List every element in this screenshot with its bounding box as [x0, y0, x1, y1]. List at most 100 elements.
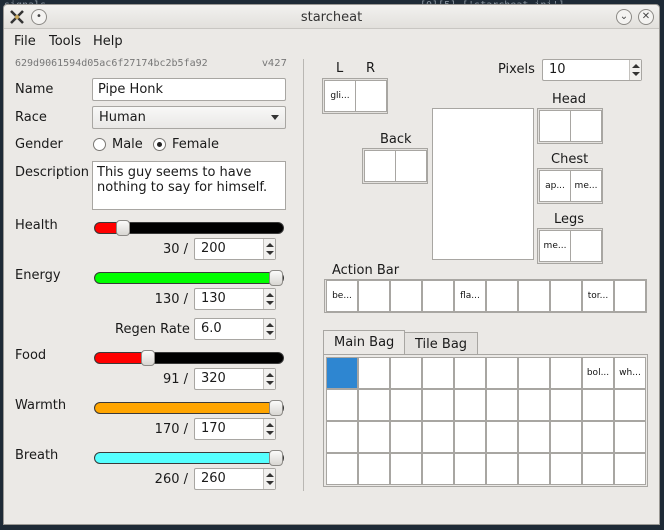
- chest-slot-1[interactable]: ap...: [539, 170, 571, 202]
- bag-slot[interactable]: [550, 453, 582, 485]
- menu-help[interactable]: Help: [93, 34, 123, 49]
- race-select[interactable]: Human: [92, 106, 286, 129]
- bag-slot[interactable]: [422, 389, 454, 421]
- spin-buttons[interactable]: [263, 289, 275, 309]
- bag-slot[interactable]: [326, 357, 358, 389]
- menu-bar: File Tools Help: [4, 29, 659, 53]
- back-slot-2[interactable]: [395, 150, 427, 182]
- energy-slider-handle[interactable]: [269, 270, 283, 286]
- action-bar-slot[interactable]: [422, 280, 454, 312]
- food-slider-handle[interactable]: [141, 350, 156, 366]
- bag-slot[interactable]: [390, 389, 422, 421]
- description-textarea[interactable]: This guy seems to have nothing to say fo…: [92, 161, 286, 210]
- hand-right-slot[interactable]: [355, 80, 387, 112]
- bag-slot[interactable]: [486, 389, 518, 421]
- gender-male-radio[interactable]: [93, 138, 106, 151]
- hand-left-slot[interactable]: gli...: [324, 80, 356, 112]
- title-bar[interactable]: • starcheat ⌄ ✕: [4, 5, 659, 29]
- menu-file[interactable]: File: [14, 34, 36, 49]
- gender-female-radio[interactable]: [153, 138, 166, 151]
- bag-slot[interactable]: [454, 421, 486, 453]
- spin-buttons[interactable]: [629, 60, 641, 80]
- back-slot-1[interactable]: [364, 150, 396, 182]
- bag-slot[interactable]: [390, 357, 422, 389]
- health-slider-handle[interactable]: [116, 220, 131, 236]
- bag-slot[interactable]: [454, 357, 486, 389]
- bag-slot[interactable]: wh...: [614, 357, 646, 389]
- bag-slot[interactable]: [422, 453, 454, 485]
- bag-slot[interactable]: [358, 421, 390, 453]
- action-bar-slot[interactable]: tor...: [582, 280, 614, 312]
- bag-slot[interactable]: [614, 421, 646, 453]
- energy-slider-fill: [95, 273, 283, 283]
- action-bar-slot[interactable]: [390, 280, 422, 312]
- tab-main-bag[interactable]: Main Bag: [323, 330, 406, 355]
- legs-slot-1[interactable]: me...: [539, 230, 571, 262]
- action-bar-slot[interactable]: [358, 280, 390, 312]
- bag-slot[interactable]: [518, 357, 550, 389]
- action-bar-slot[interactable]: [614, 280, 646, 312]
- bag-slot[interactable]: [550, 421, 582, 453]
- bag-slot[interactable]: [486, 453, 518, 485]
- bag-slot[interactable]: [582, 453, 614, 485]
- action-bar-slot[interactable]: [518, 280, 550, 312]
- menu-tools[interactable]: Tools: [49, 34, 81, 49]
- bag-slot[interactable]: [422, 421, 454, 453]
- bag-slot[interactable]: [358, 389, 390, 421]
- energy-slider[interactable]: [94, 270, 284, 286]
- breath-slider[interactable]: [94, 450, 284, 466]
- name-input[interactable]: Pipe Honk: [92, 78, 286, 101]
- action-bar-slot[interactable]: be...: [326, 280, 358, 312]
- chest-slot-2[interactable]: me...: [570, 170, 602, 202]
- bag-slot[interactable]: [486, 357, 518, 389]
- breath-max-spinbox[interactable]: 260: [194, 468, 276, 490]
- warmth-slider-handle[interactable]: [269, 400, 283, 416]
- bag-slot[interactable]: [518, 389, 550, 421]
- warmth-slider[interactable]: [94, 400, 284, 416]
- food-slider[interactable]: [94, 350, 284, 366]
- minimize-button[interactable]: ⌄: [616, 9, 632, 25]
- bag-slot[interactable]: [582, 389, 614, 421]
- bag-slot[interactable]: [518, 421, 550, 453]
- health-current: 30 /: [162, 242, 188, 257]
- action-bar-slot[interactable]: [550, 280, 582, 312]
- bag-slot[interactable]: [518, 453, 550, 485]
- health-slider[interactable]: [94, 220, 284, 236]
- bag-slot[interactable]: [486, 421, 518, 453]
- tab-tile-bag[interactable]: Tile Bag: [404, 332, 479, 354]
- warmth-max-spinbox[interactable]: 170: [194, 418, 276, 440]
- legs-slot-2[interactable]: [570, 230, 602, 262]
- action-bar-slot[interactable]: fla...: [454, 280, 486, 312]
- bag-slot[interactable]: [454, 453, 486, 485]
- bag-slot[interactable]: [550, 389, 582, 421]
- bag-slot[interactable]: [550, 357, 582, 389]
- spin-buttons[interactable]: [263, 369, 275, 389]
- bag-slot[interactable]: bol...: [582, 357, 614, 389]
- bag-slot[interactable]: [326, 389, 358, 421]
- bag-slot[interactable]: [614, 453, 646, 485]
- bag-slot[interactable]: [390, 421, 422, 453]
- action-bar-slot[interactable]: [486, 280, 518, 312]
- bag-slot[interactable]: [390, 453, 422, 485]
- bag-slot[interactable]: [582, 421, 614, 453]
- spin-buttons[interactable]: [263, 319, 275, 339]
- bag-slot[interactable]: [422, 357, 454, 389]
- regen-rate-spinbox[interactable]: 6.0: [194, 318, 276, 340]
- food-max-spinbox[interactable]: 320: [194, 368, 276, 390]
- close-button[interactable]: ✕: [638, 9, 654, 25]
- breath-slider-handle[interactable]: [269, 450, 283, 466]
- bag-slot[interactable]: [614, 389, 646, 421]
- head-slot-1[interactable]: [539, 110, 571, 142]
- energy-max-spinbox[interactable]: 130: [194, 288, 276, 310]
- health-max-spinbox[interactable]: 200: [194, 238, 276, 260]
- bag-slot[interactable]: [358, 453, 390, 485]
- spin-buttons[interactable]: [263, 419, 275, 439]
- head-slot-2[interactable]: [570, 110, 602, 142]
- spin-buttons[interactable]: [263, 469, 275, 489]
- bag-slot[interactable]: [358, 357, 390, 389]
- spin-buttons[interactable]: [263, 239, 275, 259]
- pixels-spinbox[interactable]: 10: [542, 59, 642, 81]
- bag-slot[interactable]: [326, 421, 358, 453]
- bag-slot[interactable]: [454, 389, 486, 421]
- bag-slot[interactable]: [326, 453, 358, 485]
